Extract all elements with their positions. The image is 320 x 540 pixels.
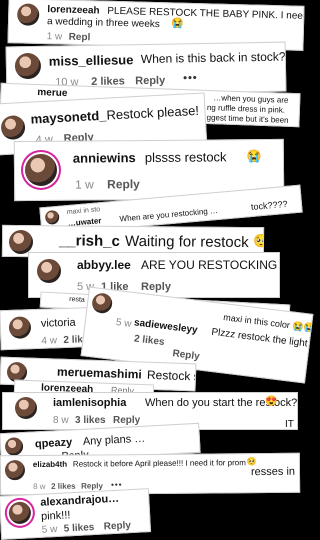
comment-text: ARE YOU RESTOCKING <box>141 258 278 272</box>
comment-username[interactable]: resta <box>69 296 85 305</box>
comment-text: Restock s… <box>146 367 197 384</box>
reply-button[interactable]: Reply <box>172 348 200 362</box>
like-count[interactable]: 2 likes <box>133 333 165 348</box>
comment-text: Restock it before April please!!! I need… <box>72 458 246 469</box>
avatar[interactable] <box>16 3 40 26</box>
reply-button[interactable]: Reply <box>107 177 140 191</box>
comment-username[interactable]: alexandrajou… <box>40 493 119 510</box>
comment-text: When are you restocking … <box>119 205 219 224</box>
comment-username[interactable]: merue <box>37 87 67 100</box>
emoji: 🥺 <box>246 457 257 467</box>
comment-text-tail: resses in <box>250 465 296 479</box>
avatar[interactable] <box>37 259 61 283</box>
comment-text-tail: IT <box>285 419 294 430</box>
comment-username[interactable]: miss_elliesue <box>49 52 134 69</box>
comment-text: Any plans … <box>82 432 146 448</box>
avatar[interactable] <box>44 209 60 225</box>
like-count[interactable]: 2 likes <box>51 482 76 491</box>
comment-username[interactable]: qpeazy <box>35 436 73 451</box>
comment-text-line3: ggest time but it's been <box>206 112 289 125</box>
emoji: 🥺 <box>252 233 265 249</box>
comment-time: 1 w <box>46 31 63 43</box>
reply-button[interactable]: Reply <box>81 481 103 490</box>
emoji: 😭 <box>170 18 184 30</box>
comment-username[interactable]: elizab4th <box>33 460 67 469</box>
reply-button[interactable]: Reply <box>141 281 171 293</box>
comment-username[interactable]: meruemashimi <box>57 365 142 383</box>
avatar[interactable] <box>0 114 26 141</box>
comment-text: pink!!! <box>40 509 71 523</box>
comment-card: elizab4th Restock it before April please… <box>0 452 301 496</box>
emoji: 😭 <box>246 149 262 164</box>
avatar[interactable] <box>4 437 24 456</box>
avatar[interactable] <box>8 316 32 339</box>
emoji: 😍 <box>265 396 278 407</box>
comment-text: When is this back in stock? <box>140 49 286 67</box>
comment-username[interactable]: abbyy.lee <box>77 258 131 273</box>
avatar[interactable] <box>91 292 114 315</box>
comment-username[interactable]: __rish_c <box>59 232 120 250</box>
comment-username[interactable]: maxi in sto <box>67 206 101 217</box>
comment-username[interactable]: iamlenisophia <box>53 397 126 410</box>
comment-time: 4 w <box>41 335 58 347</box>
comment-text-tail: tock???? <box>250 198 288 212</box>
comment-time: 5 w <box>115 317 133 330</box>
comment-username[interactable]: lorenzeeah <box>47 4 100 17</box>
like-count[interactable]: 5 likes <box>63 522 94 535</box>
more-options-icon[interactable]: ••• <box>111 480 122 489</box>
reply-button[interactable]: Repl <box>68 32 90 44</box>
comment-card: alexandrajou… pink!!! 5 w 5 likes Reply <box>0 488 152 540</box>
comment-username[interactable]: anniewins <box>73 150 136 166</box>
avatar[interactable] <box>24 153 58 187</box>
comment-username[interactable]: victoria <box>41 317 76 331</box>
avatar[interactable] <box>8 229 34 255</box>
comment-card: abbyy.lee ARE YOU RESTOCKING 5 w 1 like … <box>28 252 280 298</box>
avatar[interactable] <box>8 501 32 525</box>
reply-button[interactable]: Reply <box>113 415 140 426</box>
comment-username[interactable]: maysonetd_ <box>30 108 107 128</box>
more-options-icon[interactable]: ••• <box>183 72 198 84</box>
comment-text-line2: a wedding in three weeks <box>46 16 161 31</box>
comment-card: iamlenisophia When do you start the rest… <box>2 392 298 430</box>
comment-time: 8 w <box>53 415 69 426</box>
avatar[interactable] <box>4 460 26 481</box>
comment-text: Waiting for restock <box>124 232 249 252</box>
avatar[interactable] <box>15 397 37 419</box>
comment-text: plssss restock <box>144 149 227 166</box>
comment-text: Restock please! <box>106 102 200 123</box>
reply-button[interactable]: Reply <box>135 75 165 88</box>
avatar[interactable] <box>14 52 42 80</box>
reply-button[interactable]: Reply <box>103 520 131 532</box>
comment-time: 1 w <box>75 177 94 192</box>
comment-time: 8 w <box>33 481 46 492</box>
like-count[interactable]: 3 likes <box>75 415 106 426</box>
